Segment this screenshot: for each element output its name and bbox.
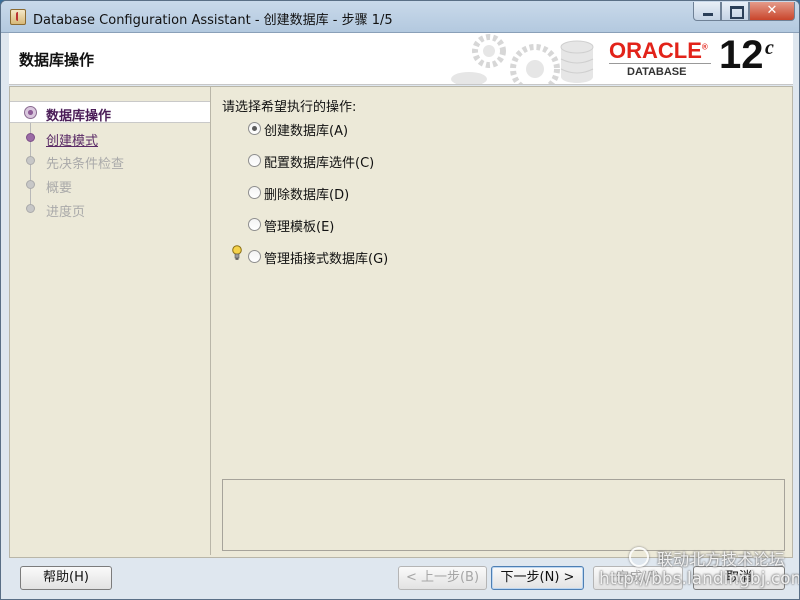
oracle-logo: ORACLE® [609,38,708,63]
operation-panel: 请选择希望执行的操作: 创建数据库(A) 配置数据库选件(C) 删除数据库(D)… [212,87,792,555]
step-database-operation: 数据库操作 [10,101,210,124]
message-area [222,479,785,551]
steps-panel: 数据库操作 创建模式 先决条件检查 概要 进度页 [10,87,211,555]
option-label[interactable]: 管理模板(E) [264,216,334,235]
header-banner: 数据库操作 ORACLE® DATABASE 12 c [9,33,793,85]
radio-button[interactable] [248,186,261,199]
step-label: 先决条件检查 [46,157,125,172]
radio-button[interactable] [248,122,261,135]
step-label: 进度页 [46,205,86,220]
version-number: 12 [719,33,764,77]
back-button[interactable]: < 上一步(B) [398,566,487,590]
finish-button[interactable]: 完成(F) [593,566,683,590]
dbca-window: Database Configuration Assistant - 创建数据库… [0,0,800,600]
step-pending-icon [26,156,35,165]
cancel-button[interactable]: 取消 [693,566,785,590]
maximize-button[interactable] [721,2,749,21]
operation-prompt: 请选择希望执行的操作: [222,100,357,115]
watermark-logo-icon [629,547,649,567]
title-bar[interactable]: Database Configuration Assistant - 创建数据库… [1,1,799,33]
version-suffix: c [765,37,774,59]
step-pending-icon [26,180,35,189]
next-button[interactable]: 下一步(N) > [491,566,584,590]
step-next-icon [26,133,35,142]
option-label[interactable]: 删除数据库(D) [264,184,349,203]
close-button[interactable]: ✕ [749,2,795,21]
window-controls: ✕ [693,2,795,21]
step-prerequisite-checks: 先决条件检查 [10,150,210,172]
gears-icon [451,34,594,84]
page-title: 数据库操作 [19,51,95,69]
radio-button[interactable] [248,218,261,231]
radio-button[interactable] [248,250,261,263]
step-creation-mode[interactable]: 创建模式 [10,127,210,149]
step-label[interactable]: 创建模式 [46,130,98,149]
step-label: 概要 [46,181,73,196]
option-label[interactable]: 管理插接式数据库(G) [264,248,388,267]
content-area: 数据库操作 创建模式 先决条件检查 概要 进度页 请选择希望执行的操作: 创建数… [9,86,793,558]
window-title: Database Configuration Assistant - 创建数据库… [33,13,393,28]
step-label: 数据库操作 [46,109,112,124]
lightbulb-icon [232,245,242,260]
option-label[interactable]: 配置数据库选件(C) [264,152,374,171]
option-label[interactable]: 创建数据库(A) [264,120,348,139]
close-icon: ✕ [766,3,778,18]
step-summary: 概要 [10,174,210,196]
oracle-database-label: DATABASE [627,66,687,78]
step-progress-page: 进度页 [10,198,210,220]
step-pending-icon [26,204,35,213]
help-button[interactable]: 帮助(H) [20,566,112,590]
step-active-icon [24,106,37,119]
java-app-icon [10,9,26,25]
radio-button[interactable] [248,154,261,167]
logo-divider [609,63,711,64]
minimize-button[interactable] [693,2,721,21]
